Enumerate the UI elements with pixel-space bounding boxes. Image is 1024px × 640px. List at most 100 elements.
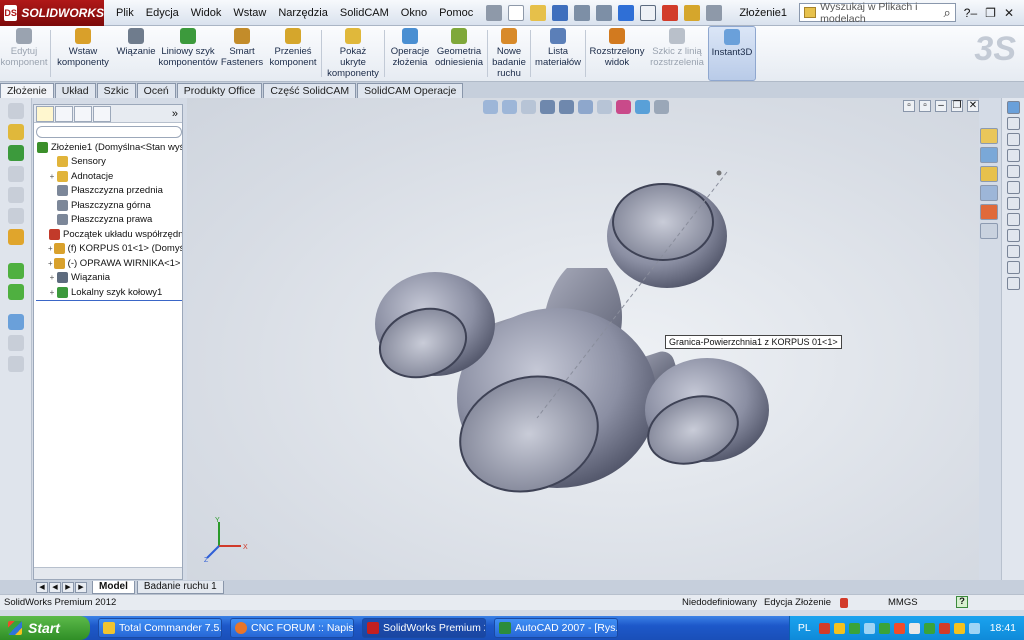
ribbon-button-13[interactable]: Instant3D [708,26,756,81]
toolbar-icon-9[interactable] [7,284,24,300]
ribbon-button-7[interactable]: Operacje złożenia [387,26,433,81]
appearances-icon[interactable] [980,204,998,220]
menu-help[interactable]: Pomoc [433,0,479,26]
file-explorer-icon[interactable] [980,166,998,182]
expand-toggle-icon[interactable]: + [48,259,53,268]
tray-icon-5[interactable] [878,622,890,634]
start-button[interactable]: Start [0,616,90,640]
solidworks-logo[interactable]: DS SOLIDWORKS [0,0,104,26]
menu-tools[interactable]: Narzędzia [272,0,334,26]
toolbar-icon-8[interactable] [7,263,24,279]
tab-layout[interactable]: Układ [54,83,96,98]
ribbon-button-3[interactable]: Liniowy szyk komponentów [158,26,218,81]
tray-icon-7[interactable] [908,622,920,634]
rebuild-options-icon[interactable] [596,4,613,21]
appearance-tab-icon[interactable] [93,105,111,122]
right-tool-icon-6[interactable] [1006,181,1020,194]
custom-properties-icon[interactable] [980,223,998,239]
right-tool-icon-8[interactable] [1006,213,1020,226]
tree-filter-input[interactable] [36,126,182,138]
options-icon[interactable] [706,4,723,21]
tab-solidcam-part[interactable]: Część SolidCAM [263,83,357,98]
tab-sketch[interactable]: Szkic [96,83,136,98]
rebuild-indicator-icon[interactable] [840,598,848,608]
tray-icon-8[interactable] [923,622,935,634]
feature-tree-tab-icon[interactable] [36,105,54,122]
solidworks-resources-icon[interactable] [980,128,998,144]
save-icon[interactable] [552,4,569,21]
view-palette-icon[interactable] [980,185,998,201]
tray-icon-9[interactable] [938,622,950,634]
tray-icon-6[interactable] [893,622,905,634]
toolbar-icon-2[interactable] [7,124,24,140]
axis-end-point[interactable] [716,170,722,176]
horizontal-scrollbar[interactable] [34,567,182,579]
assembly-model-render[interactable] [187,98,979,580]
task-total-commander[interactable]: Total Commander 7.5... [98,618,222,638]
tab-assembly[interactable]: Złożenie [0,83,54,98]
search-box[interactable]: Wyszukaj w Plikach i modelach ⌕ [799,1,956,25]
tray-icon-4[interactable] [863,622,875,634]
ribbon-button-12[interactable]: Szkic z linią rozstrzelenia [646,26,708,81]
right-tool-icon-12[interactable] [1006,277,1020,290]
menu-window[interactable]: Okno [395,0,433,26]
last-tab-icon[interactable]: ▶ [75,581,87,593]
tray-icon-1[interactable] [818,622,830,634]
first-tab-icon[interactable]: ◀ [36,581,48,593]
tree-item[interactable]: + Lokalny szyk kołowy1 [34,285,182,300]
ribbon-button-1[interactable]: Wstaw komponenty [53,26,113,81]
property-manager-tab-icon[interactable] [55,105,73,122]
clock[interactable]: 18:41 [990,622,1016,634]
tree-item[interactable]: Płaszczyzna przednia [34,184,182,199]
right-tool-icon-5[interactable] [1006,165,1020,178]
tree-item[interactable]: + (-) OPRAWA WIRNIKA<1> (D [34,256,182,271]
task-autocad[interactable]: AutoCAD 2007 - [Rys... [494,618,618,638]
menu-file[interactable]: Plik [110,0,140,26]
tree-item[interactable]: Początek układu współrzędnyc [34,227,182,242]
ribbon-button-5[interactable]: Przenieś komponent [267,26,319,81]
ribbon-button-4[interactable]: Smart Fasteners [217,26,267,81]
tray-icon-10[interactable] [953,622,965,634]
toolbar-icon-11[interactable] [7,335,24,351]
toolbar-icon-5[interactable] [7,187,24,203]
tab-office-products[interactable]: Produkty Office [176,83,263,98]
right-tool-icon-7[interactable] [1006,197,1020,210]
restore-icon[interactable]: ❐ [985,6,996,20]
right-tool-icon-11[interactable] [1006,261,1020,274]
tab-model[interactable]: Model [92,580,135,594]
expand-toggle-icon[interactable]: + [48,244,53,253]
tree-item[interactable]: Sensory [34,155,182,170]
tree-item[interactable]: + (f) KORPUS 01<1> (Domyślna [34,242,182,257]
toolbar-icon-7[interactable] [7,229,24,245]
menu-edit[interactable]: Edycja [140,0,185,26]
right-tool-icon-4[interactable] [1006,149,1020,162]
menu-solidcam[interactable]: SolidCAM [334,0,395,26]
ribbon-button-11[interactable]: Rozstrzelony widok [588,26,646,81]
rollback-bar[interactable] [36,299,182,301]
tray-icon-3[interactable] [848,622,860,634]
minimize-icon[interactable]: – [970,6,977,20]
right-tool-icon-3[interactable] [1006,133,1020,146]
task-solidworks[interactable]: SolidWorks Premium 2... [362,618,486,638]
tree-item[interactable]: + Adnotacje [34,169,182,184]
tab-solidcam-operations[interactable]: SolidCAM Operacje [357,83,464,98]
print-icon[interactable] [574,4,591,21]
help-icon[interactable]: ? [956,596,968,608]
expand-toggle-icon[interactable]: + [48,288,56,297]
tree-item[interactable]: Płaszczyzna górna [34,198,182,213]
search-icon[interactable]: ⌕ [944,5,951,21]
toolbar-icon-1[interactable] [7,103,24,119]
open-folder-icon[interactable] [530,4,547,21]
toolbar-icon-10[interactable] [7,314,24,330]
expand-toggle-icon[interactable]: + [48,273,56,282]
right-tool-icon-10[interactable] [1006,245,1020,258]
language-indicator[interactable]: PL [798,622,811,634]
graphics-area[interactable]: ▫ ▫ – ❐ ✕ Granica-Powierzchnia1 z KORPUS… [187,98,979,580]
toolbar-icon-4[interactable] [7,166,24,182]
ribbon-button-10[interactable]: Lista materiałów [533,26,583,81]
tab-motion-study[interactable]: Badanie ruchu 1 [136,580,224,594]
file-properties-icon[interactable] [684,4,701,21]
tree-item[interactable]: Płaszczyzna prawa [34,213,182,228]
volume-icon[interactable] [968,622,980,634]
right-tool-icon-2[interactable] [1006,117,1020,130]
